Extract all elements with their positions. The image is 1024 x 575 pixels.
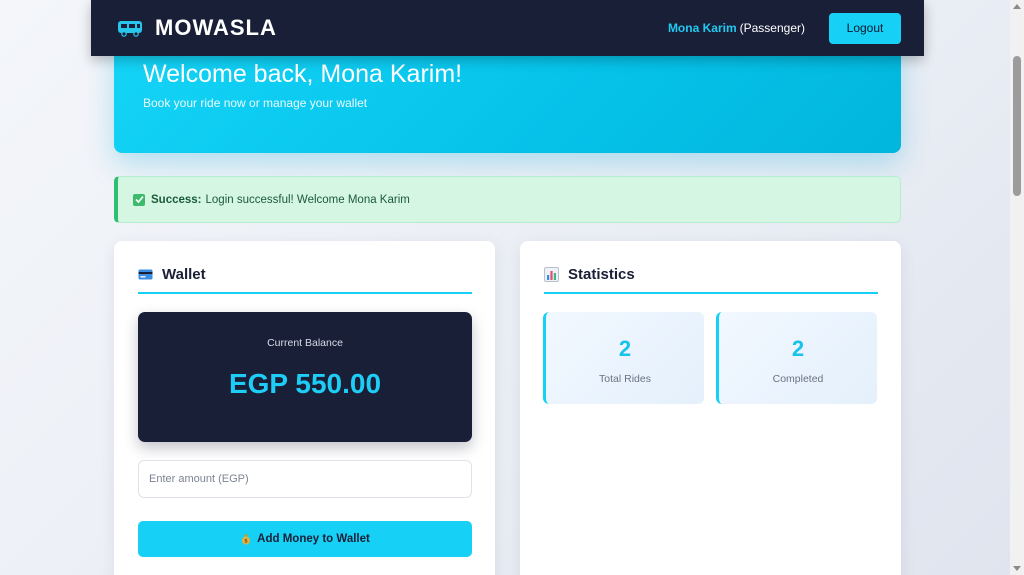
stat-value: 2 [618, 336, 632, 361]
logout-button[interactable]: Logout [829, 12, 901, 44]
stat-label: Total Rides [599, 373, 651, 385]
welcome-title: Welcome back, Mona Karim! [143, 60, 463, 88]
stat-tile-completed: 2 Completed [716, 312, 877, 404]
balance-display: Current Balance EGP 550.00 [138, 312, 472, 442]
stat-tile-total-rides: 2 Total Rides [543, 312, 704, 404]
user-name: Mona Karim [667, 21, 737, 35]
nav-user-area: Mona Karim (Passenger) Logout [667, 12, 901, 44]
stat-value: 2 [791, 336, 805, 361]
brand[interactable]: MOWASLA [117, 15, 277, 41]
balance-label: Current Balance [267, 337, 343, 349]
money-bag-icon: $ [240, 533, 252, 545]
balance-value: EGP 550.00 [228, 368, 382, 399]
bar-chart-icon [544, 267, 559, 282]
credit-card-icon [138, 267, 153, 282]
alert-message: Login successful! Welcome Mona Karim [205, 193, 410, 206]
navbar: MOWASLA Mona Karim (Passenger) Logout [91, 0, 924, 56]
success-alert: Success: Login successful! Welcome Mona … [114, 176, 901, 223]
amount-input[interactable] [138, 460, 472, 498]
scroll-down-arrow-icon[interactable] [1013, 566, 1021, 571]
brand-name: MOWASLA [155, 15, 277, 40]
scrollbar-thumb[interactable] [1013, 56, 1021, 196]
wallet-title: Wallet [162, 266, 206, 283]
add-money-label: Add Money to Wallet [257, 533, 370, 545]
check-icon [133, 193, 145, 206]
welcome-banner: Welcome back, Mona Karim! Book your ride… [114, 40, 901, 153]
statistics-header: Statistics [544, 266, 878, 294]
add-money-button[interactable]: $ Add Money to Wallet [138, 521, 472, 557]
statistics-title: Statistics [568, 266, 635, 283]
welcome-subtitle: Book your ride now or manage your wallet [143, 96, 368, 110]
bus-icon [117, 19, 143, 37]
wallet-header: Wallet [138, 266, 472, 294]
stat-label: Completed [772, 373, 824, 385]
page-scrollbar[interactable] [1010, 0, 1024, 575]
user-role: (Passenger) [739, 21, 805, 35]
svg-text:$: $ [244, 539, 248, 545]
alert-label: Success: [151, 193, 202, 206]
scroll-up-arrow-icon[interactable] [1013, 4, 1021, 9]
statistics-card: Statistics 2 Total Rides 2 Completed [520, 241, 901, 575]
wallet-card: Wallet Current Balance EGP 550.00 $ Add … [114, 241, 495, 575]
